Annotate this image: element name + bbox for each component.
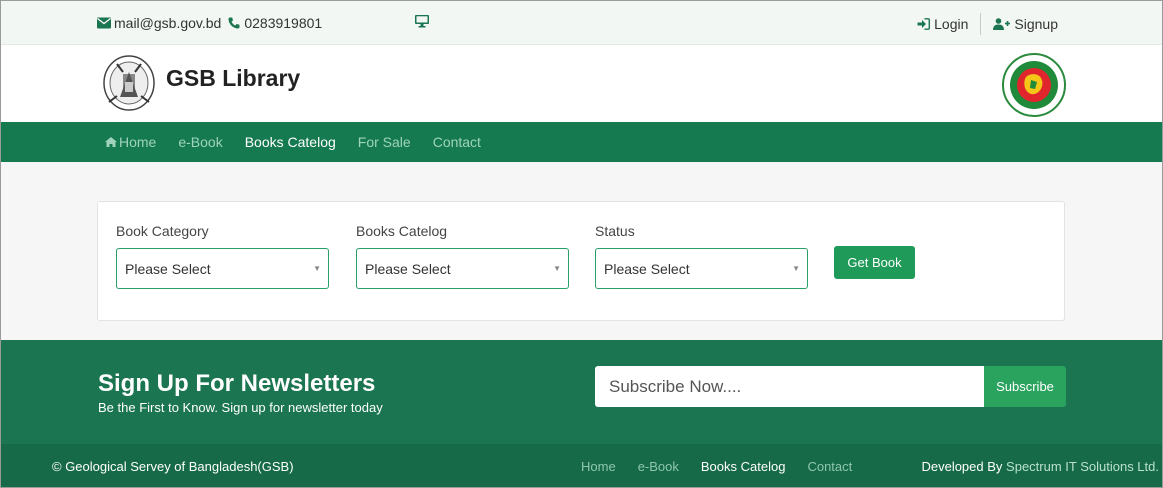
footer-link-ebook[interactable]: e-Book — [638, 459, 679, 474]
main-nav: Home e-Book Books Catelog For Sale Conta… — [1, 122, 1162, 162]
nav-item-for-sale[interactable]: For Sale — [358, 134, 411, 150]
book-category-label: Book Category — [116, 223, 209, 239]
email-link[interactable]: mail@gsb.gov.bd — [114, 15, 221, 31]
brand-header: GSB Library — [1, 45, 1162, 122]
signup-link[interactable]: Signup — [993, 16, 1058, 32]
books-catelog-label: Books Catelog — [356, 223, 448, 239]
footer-link-contact[interactable]: Contact — [807, 459, 852, 474]
developer-company-link[interactable]: Spectrum IT Solutions Ltd. — [1006, 459, 1159, 474]
site-title[interactable]: GSB Library — [166, 65, 300, 92]
books-catelog-select[interactable]: Please Select ▼ — [356, 248, 569, 289]
developed-by-label: Developed By — [921, 459, 1003, 474]
copyright-text: © Geological Servey of Bangladesh(GSB) — [52, 459, 294, 474]
envelope-icon — [97, 17, 111, 29]
developer-credit: Developed By Spectrum IT Solutions Ltd. — [921, 459, 1159, 474]
nav-item-books-catelog[interactable]: Books Catelog — [245, 134, 336, 150]
get-book-button[interactable]: Get Book — [834, 246, 915, 279]
chevron-down-icon: ▼ — [553, 264, 561, 273]
login-link[interactable]: Login — [917, 16, 968, 32]
book-category-field: Book Category Please Select ▼ — [116, 223, 329, 289]
status-label: Status — [595, 223, 635, 239]
newsletter-section: Sign Up For Newsletters Be the First to … — [1, 340, 1162, 444]
book-category-value: Please Select — [125, 260, 211, 277]
contact-info: mail@gsb.gov.bd 0283919801 — [97, 15, 322, 31]
newsletter-heading: Sign Up For Newsletters — [98, 370, 376, 397]
auth-links: Login Signup — [917, 13, 1058, 35]
footer: © Geological Servey of Bangladesh(GSB) H… — [1, 444, 1162, 487]
login-label: Login — [934, 16, 969, 32]
footer-link-home[interactable]: Home — [581, 459, 616, 474]
main-content: Book Category Please Select ▼ Books Cate… — [1, 162, 1162, 340]
signup-label: Signup — [1014, 16, 1058, 32]
subscribe-email-input[interactable] — [595, 366, 985, 407]
book-search-card: Book Category Please Select ▼ Books Cate… — [97, 201, 1065, 321]
books-catelog-value: Please Select — [365, 260, 451, 277]
subscribe-button[interactable]: Subscribe — [984, 366, 1066, 407]
user-plus-icon — [993, 18, 1011, 30]
status-value: Please Select — [604, 260, 690, 277]
status-select[interactable]: Please Select ▼ — [595, 248, 808, 289]
top-bar: mail@gsb.gov.bd 0283919801 Login Signup — [1, 1, 1162, 45]
sign-in-icon — [917, 18, 931, 30]
books-catelog-field: Books Catelog Please Select ▼ — [356, 223, 569, 289]
newsletter-subtext: Be the First to Know. Sign up for newsle… — [98, 400, 383, 415]
footer-links: Home e-Book Books Catelog Contact — [581, 459, 874, 474]
nav-item-contact[interactable]: Contact — [433, 134, 481, 150]
monitor-icon[interactable] — [415, 15, 429, 28]
home-icon — [105, 137, 117, 147]
book-category-select[interactable]: Please Select ▼ — [116, 248, 329, 289]
nav-label-home: Home — [119, 134, 157, 150]
chevron-down-icon: ▼ — [313, 264, 321, 273]
chevron-down-icon: ▼ — [792, 264, 800, 273]
footer-link-books-catelog[interactable]: Books Catelog — [701, 459, 786, 474]
government-seal-icon — [1002, 53, 1066, 117]
gsb-logo-icon[interactable] — [101, 52, 157, 112]
nav-item-home[interactable]: Home — [105, 134, 156, 150]
auth-divider — [980, 13, 982, 35]
status-field: Status Please Select ▼ — [595, 223, 808, 289]
phone-number[interactable]: 0283919801 — [244, 15, 322, 31]
phone-icon — [228, 17, 240, 29]
nav-item-ebook[interactable]: e-Book — [178, 134, 222, 150]
